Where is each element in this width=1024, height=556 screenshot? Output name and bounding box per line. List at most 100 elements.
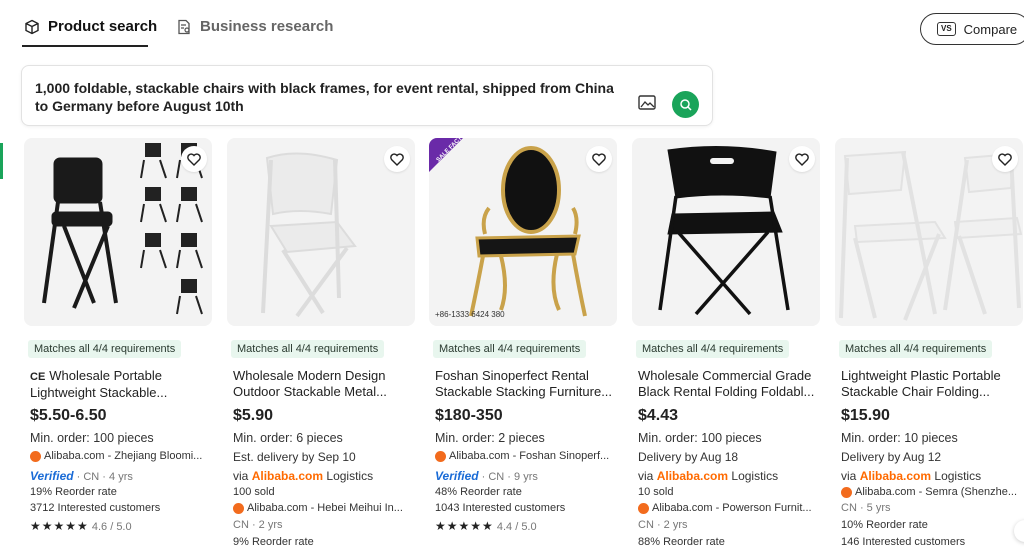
tab-label: Business research — [200, 18, 334, 35]
compare-label: Compare — [963, 21, 1018, 37]
title-line-1: Foshan Sinoperfect Rental — [435, 368, 589, 383]
requirements-badge: Matches all 4/4 requirements — [433, 340, 587, 358]
product-card[interactable]: Matches all 4/4 requirements Wholesale C… — [632, 138, 820, 556]
interested-customers: 1043 Interested customers — [435, 502, 566, 514]
min-order: Min. order: 100 pieces — [638, 431, 762, 445]
product-image[interactable]: SALE FACTORY +86-1333 6424 380 — [429, 138, 617, 326]
title-line-1: Wholesale Modern Design — [233, 368, 386, 383]
product-card[interactable]: Matches all 4/4 requirements Lightweight… — [835, 138, 1023, 556]
supplier-name: Alibaba.com - Semra (Shenzhe... — [855, 486, 1018, 498]
supplier[interactable]: Alibaba.com - Powerson Furnit... — [638, 502, 816, 514]
logistics-row: via Alibaba.com Logistics — [841, 469, 981, 483]
heart-icon — [998, 152, 1012, 166]
document-search-icon — [178, 19, 190, 34]
product-image[interactable] — [24, 138, 212, 326]
favorite-button[interactable] — [586, 146, 612, 172]
tab-product-search[interactable]: Product search — [24, 18, 157, 35]
product-price: $5.50-6.50 — [30, 407, 107, 424]
image-search-icon[interactable] — [638, 95, 656, 110]
cube-icon — [25, 19, 39, 34]
vs-icon: VS — [937, 22, 956, 36]
left-accent-bar — [0, 143, 3, 179]
supplier[interactable]: Alibaba.com - Semra (Shenzhe... — [841, 486, 1023, 498]
supplier-name: Alibaba.com - Hebei Meihui In... — [247, 502, 403, 514]
product-title[interactable]: Wholesale Commercial Grade Black Rental … — [638, 368, 816, 400]
heart-icon — [795, 152, 809, 166]
search-query-box[interactable]: 1,000 foldable, stackable chairs with bl… — [21, 65, 713, 126]
heart-icon — [592, 152, 606, 166]
requirements-badge: Matches all 4/4 requirements — [839, 340, 993, 358]
supplier-name: Alibaba.com - Foshan Sinoperf... — [449, 450, 610, 462]
favorite-button[interactable] — [789, 146, 815, 172]
requirements-badge: Matches all 4/4 requirements — [636, 340, 790, 358]
product-card[interactable]: Matches all 4/4 requirements CE Wholesale… — [24, 138, 212, 556]
interested-customers: 146 Interested customers — [841, 536, 966, 548]
title-line-2: Stackable Stacking Furniture... — [435, 384, 613, 399]
rating-row: ★★★★★ 4.6 / 5.0 — [30, 519, 132, 533]
supplier[interactable]: Alibaba.com - Foshan Sinoperf... — [435, 450, 613, 462]
tab-label: Product search — [48, 18, 158, 35]
favorite-button[interactable] — [181, 146, 207, 172]
verified-badge: Verified — [435, 469, 479, 483]
title-line-1: Wholesale Commercial Grade — [638, 368, 812, 383]
title-line-2: Black Rental Folding Foldabl... — [638, 384, 815, 399]
via-label: via — [841, 469, 857, 483]
product-price: $5.90 — [233, 407, 274, 424]
product-price: $15.90 — [841, 407, 890, 424]
min-order: Min. order: 100 pieces — [30, 431, 154, 445]
search-submit-button[interactable] — [672, 91, 699, 118]
product-image[interactable] — [835, 138, 1023, 326]
supplier[interactable]: Alibaba.com - Hebei Meihui In... — [233, 502, 411, 514]
title-line-1: Wholesale Portable — [49, 368, 163, 383]
supplier-name: Alibaba.com - Zhejiang Bloomi... — [44, 450, 203, 462]
requirements-badge: Matches all 4/4 requirements — [28, 340, 182, 358]
logistics-label: Logistics — [326, 469, 374, 483]
alibaba-logo-icon — [233, 502, 244, 514]
reorder-rate: 19% Reorder rate — [30, 486, 117, 498]
product-card[interactable]: SALE FACTORY +86-1333 6424 380 Matches a… — [429, 138, 617, 556]
sparkle-search-icon — [680, 99, 692, 111]
logistics-label: Logistics — [934, 469, 982, 483]
verified-row: Verified · CN · 4 yrs — [30, 469, 133, 483]
interested-customers: 3712 Interested customers — [30, 502, 161, 514]
product-image[interactable] — [227, 138, 415, 326]
product-title[interactable]: Lightweight Plastic Portable Stackable C… — [841, 368, 1019, 400]
verified-badge: Verified — [30, 469, 74, 483]
favorite-button[interactable] — [384, 146, 410, 172]
supplier-name: Alibaba.com - Powerson Furnit... — [652, 502, 812, 514]
supplier-country: · CN · 4 yrs — [76, 471, 133, 483]
alibaba-logo-icon — [30, 450, 41, 462]
query-line-2: to Germany before August 10th — [35, 98, 244, 114]
supplier-country: · CN · 9 yrs — [481, 471, 538, 483]
reorder-rate: 9% Reorder rate — [233, 536, 314, 548]
rating-value: 4.6 / 5.0 — [91, 521, 132, 533]
product-image[interactable] — [632, 138, 820, 326]
heart-icon — [390, 152, 404, 166]
star-rating-icon: ★★★★★ — [435, 519, 494, 533]
logistics-row: via Alibaba.com Logistics — [638, 469, 778, 483]
product-title[interactable]: Wholesale Modern Design Outdoor Stackabl… — [233, 368, 411, 400]
min-order: Min. order: 6 pieces — [233, 431, 343, 445]
product-title[interactable]: Foshan Sinoperfect Rental Stackable Stac… — [435, 368, 613, 400]
via-label: via — [638, 469, 654, 483]
query-line-1: 1,000 foldable, stackable chairs with bl… — [35, 80, 614, 96]
title-line-2: Lightweight Stackable... — [30, 385, 168, 400]
delivery-estimate: Est. delivery by Sep 10 — [233, 450, 356, 464]
supplier-country: CN · 2 yrs — [233, 519, 283, 531]
alibaba-logo-icon — [435, 450, 446, 462]
rating-row: ★★★★★ 4.4 / 5.0 — [435, 519, 537, 533]
alibaba-logo-icon — [638, 502, 649, 514]
active-tab-indicator — [22, 45, 148, 47]
alibaba-logo-icon — [841, 486, 852, 498]
product-price: $4.43 — [638, 407, 679, 424]
tab-business-research[interactable]: Business research — [176, 18, 333, 35]
logistics-label: Logistics — [731, 469, 779, 483]
favorite-button[interactable] — [992, 146, 1018, 172]
product-card[interactable]: Matches all 4/4 requirements Wholesale M… — [227, 138, 415, 556]
supplier-country: CN · 5 yrs — [841, 502, 891, 514]
supplier[interactable]: Alibaba.com - Zhejiang Bloomi... — [30, 450, 208, 462]
search-query-text[interactable]: 1,000 foldable, stackable chairs with bl… — [35, 79, 635, 115]
watermark-phone: +86-1333 6424 380 — [435, 310, 505, 319]
product-title[interactable]: CE Wholesale Portable Lightweight Stackab… — [30, 368, 208, 401]
compare-button[interactable]: VS Compare — [920, 13, 1024, 45]
